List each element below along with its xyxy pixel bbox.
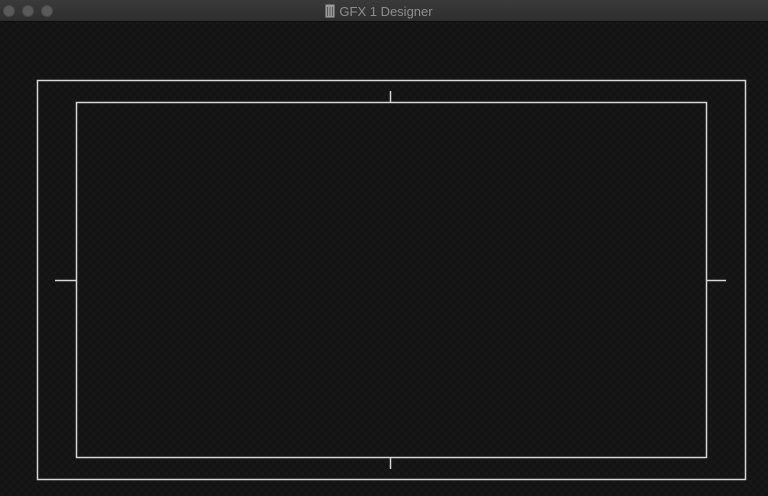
canvas-guides <box>36 79 747 481</box>
app-window: GFX 1 Designer <box>0 0 768 496</box>
outer-frame[interactable] <box>36 79 747 481</box>
safe-area-frame[interactable] <box>75 101 708 459</box>
